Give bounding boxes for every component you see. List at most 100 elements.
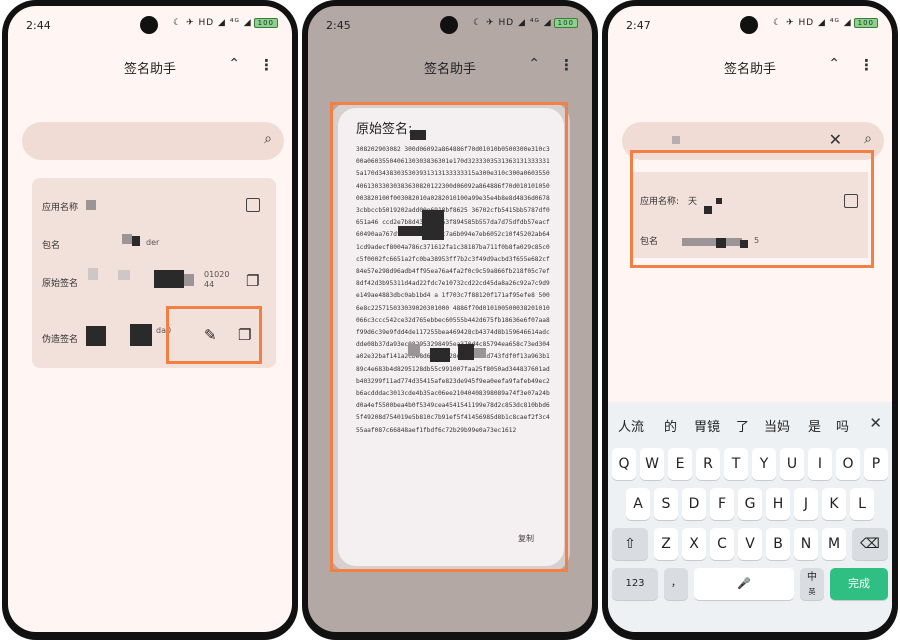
key-j[interactable]: J (794, 488, 818, 520)
key-x[interactable]: X (682, 528, 706, 560)
copy-original-icon[interactable]: ❐ (246, 272, 259, 290)
status-icons: ☾ ✈ HD ◢ ⁴ᴳ ◢ 100 (773, 18, 878, 28)
key-u[interactable]: U (780, 448, 804, 480)
status-bar: 2:44 ☾ ✈ HD ◢ ⁴ᴳ ◢ 100 (8, 6, 292, 42)
done-key[interactable]: 完成 (830, 568, 888, 600)
status-time: 2:44 (26, 19, 51, 32)
status-icons: ☾ ✈ HD ◢ ⁴ᴳ ◢ 100 (473, 18, 578, 28)
highlight-box (166, 306, 262, 364)
app-bar: 签名助手 ⌃ ⋮ (608, 48, 892, 84)
candidate-item[interactable]: 的 (664, 416, 677, 435)
battery-icon: 100 (853, 18, 878, 28)
key-e[interactable]: E (668, 448, 692, 480)
highlight-box (630, 150, 874, 268)
chevron-up-icon[interactable]: ⌃ (528, 56, 540, 72)
key-o[interactable]: O (836, 448, 860, 480)
key-w[interactable]: W (640, 448, 664, 480)
key-n[interactable]: N (794, 528, 818, 560)
status-bar: 2:47 ☾ ✈ HD ◢ ⁴ᴳ ◢ 100 (608, 6, 892, 42)
search-icon[interactable]: ⌕ (264, 131, 272, 147)
status-time: 2:47 (626, 19, 651, 32)
key-g[interactable]: G (738, 488, 762, 520)
app-title: 签名助手 (423, 62, 476, 77)
key-v[interactable]: V (738, 528, 762, 560)
screen-3: 2:47 ☾ ✈ HD ◢ ⁴ᴳ ◢ 100 签名助手 ⌃ ⋮ ✕ ⌕ 应用名称:… (608, 6, 892, 632)
candidate-item[interactable]: 胃镜 (694, 416, 720, 435)
key-a[interactable]: A (626, 488, 650, 520)
status-icons-text: ☾ ✈ HD ◢ ⁴ᴳ ◢ (173, 18, 252, 28)
chevron-up-icon[interactable]: ⌃ (228, 56, 240, 72)
language-key-main: 中 (807, 572, 817, 583)
key-q[interactable]: Q (612, 448, 636, 480)
candidate-item[interactable]: 吗 (836, 416, 849, 435)
battery-icon: 100 (553, 18, 578, 28)
fake-signature-label: 伪造签名 (42, 335, 79, 345)
space-key[interactable]: 🎤 (694, 568, 794, 600)
search-icon[interactable]: ⌕ (864, 131, 872, 147)
keyboard: 人流 的 胃镜 了 当妈 是 吗 ✕ Q W E R T Y U I O P A… (608, 402, 892, 632)
candidate-bar: 人流 的 胃镜 了 当妈 是 吗 ✕ (608, 402, 892, 446)
mosaic-block (118, 270, 130, 280)
backspace-key[interactable]: ⌫ (852, 528, 888, 560)
search-bar[interactable]: ⌕ (22, 122, 284, 160)
shift-key[interactable]: ⇧ (612, 528, 648, 560)
mosaic-block (122, 234, 132, 244)
key-p[interactable]: P (864, 448, 888, 480)
more-vert-icon[interactable]: ⋮ (559, 56, 574, 74)
select-checkbox[interactable] (246, 198, 260, 212)
chevron-up-icon[interactable]: ⌃ (828, 56, 840, 72)
package-label: 包名 (42, 241, 61, 251)
mosaic-block (184, 274, 194, 286)
camera-cutout (440, 16, 458, 34)
key-t[interactable]: T (724, 448, 748, 480)
status-bar: 2:45 ☾ ✈ HD ◢ ⁴ᴳ ◢ 100 (308, 6, 592, 42)
clear-icon[interactable]: ✕ (829, 130, 842, 149)
app-name-label: 应用名称 (42, 203, 79, 213)
key-d[interactable]: D (682, 488, 706, 520)
key-y[interactable]: Y (752, 448, 776, 480)
key-i[interactable]: I (808, 448, 832, 480)
language-key-sub: 英 (808, 588, 816, 596)
status-icons: ☾ ✈ HD ◢ ⁴ᴳ ◢ 100 (173, 18, 278, 28)
mosaic-block (154, 270, 184, 288)
status-icons-text: ☾ ✈ HD ◢ ⁴ᴳ ◢ (473, 18, 552, 28)
mosaic-block (86, 326, 106, 346)
search-value-mosaic (672, 136, 680, 144)
more-vert-icon[interactable]: ⋮ (259, 56, 274, 74)
original-signature-value: 01020 44 (204, 270, 230, 289)
phone-frame-2: 2:45 ☾ ✈ HD ◢ ⁴ᴳ ◢ 100 签名助手 ⌃ ⋮ 原始签名: 308… (302, 0, 598, 640)
app-bar: 签名助手 ⌃ ⋮ (8, 48, 292, 84)
candidate-item[interactable]: 当妈 (764, 416, 790, 435)
key-b[interactable]: B (766, 528, 790, 560)
status-icons-text: ☾ ✈ HD ◢ ⁴ᴳ ◢ (773, 18, 852, 28)
punctuation-key[interactable]: ， (664, 568, 688, 600)
key-m[interactable]: M (822, 528, 846, 560)
candidate-close-icon[interactable]: ✕ (869, 414, 882, 432)
mosaic-block (86, 200, 96, 210)
app-title: 签名助手 (123, 62, 176, 77)
key-l[interactable]: L (850, 488, 874, 520)
language-key[interactable]: 中英 (800, 568, 824, 600)
phone-frame-3: 2:47 ☾ ✈ HD ◢ ⁴ᴳ ◢ 100 签名助手 ⌃ ⋮ ✕ ⌕ 应用名称:… (602, 0, 898, 640)
key-f[interactable]: F (710, 488, 734, 520)
highlight-box (330, 102, 568, 572)
key-k[interactable]: K (822, 488, 846, 520)
key-h[interactable]: H (766, 488, 790, 520)
key-s[interactable]: S (654, 488, 678, 520)
camera-cutout (740, 16, 758, 34)
key-z[interactable]: Z (654, 528, 678, 560)
mosaic-block (132, 236, 140, 246)
app-bar: 签名助手 ⌃ ⋮ (308, 48, 592, 84)
key-r[interactable]: R (696, 448, 720, 480)
candidate-item[interactable]: 了 (736, 416, 749, 435)
more-vert-icon[interactable]: ⋮ (859, 56, 874, 74)
numbers-key[interactable]: 123 (612, 568, 658, 600)
candidate-item[interactable]: 是 (808, 416, 821, 435)
key-c[interactable]: C (710, 528, 734, 560)
battery-icon: 100 (253, 18, 278, 28)
mosaic-block (130, 324, 152, 346)
package-value: der (146, 238, 160, 247)
candidate-item[interactable]: 人流 (618, 416, 644, 435)
status-time: 2:45 (326, 19, 351, 32)
microphone-icon[interactable]: 🎤 (737, 577, 751, 590)
